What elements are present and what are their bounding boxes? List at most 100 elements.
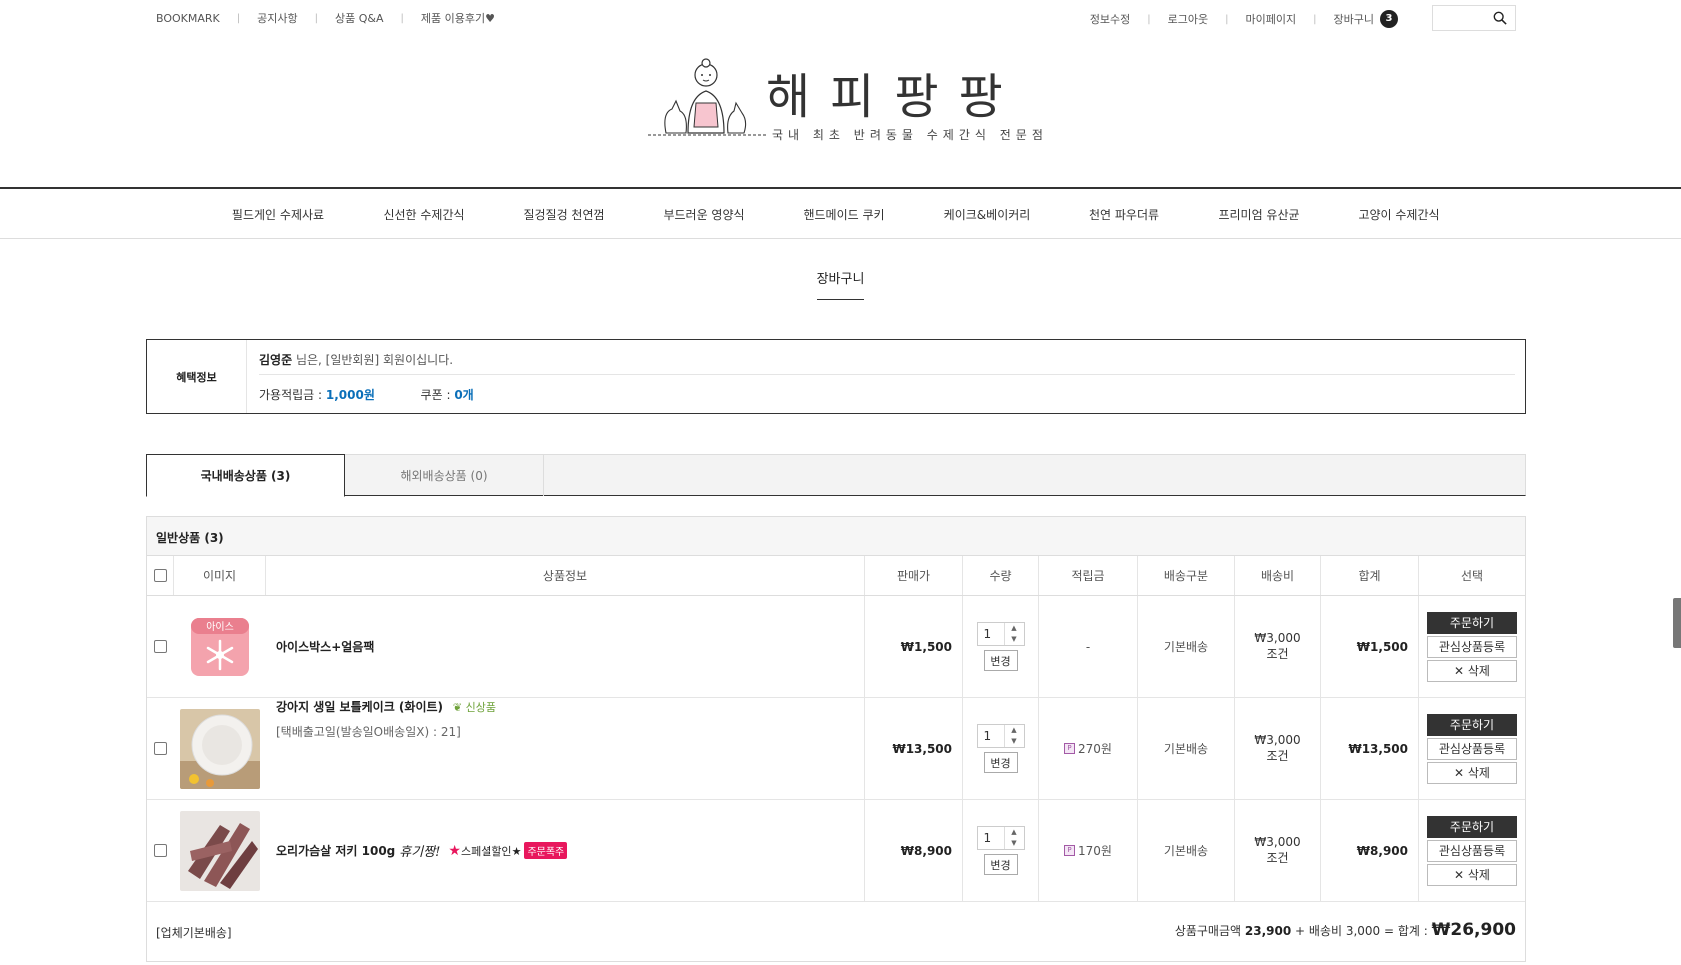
- special-sale-badge: ★스페셜할인★: [448, 842, 522, 859]
- row-checkbox[interactable]: [154, 844, 167, 857]
- new-badge-text: 신상품: [465, 701, 496, 714]
- ship-type-cell: 기본배송: [1138, 698, 1235, 799]
- product-name-link[interactable]: 오리가슴살 저키 100g: [276, 842, 395, 859]
- nav-item[interactable]: 프리미엄 유산균: [1218, 206, 1299, 223]
- points-coupon-line: 가용적립금 : 1,000원 쿠폰 : 0개: [259, 386, 474, 403]
- separator: |: [1147, 13, 1151, 25]
- tab-domestic[interactable]: 국내배송상품 (3): [146, 454, 345, 497]
- header-checkbox-cell: [147, 556, 174, 595]
- nav-item[interactable]: 천연 파우더류: [1089, 206, 1159, 223]
- change-qty-button[interactable]: 변경: [983, 854, 1018, 875]
- logout-link[interactable]: 로그아웃: [1168, 11, 1208, 27]
- points-value[interactable]: 1,000원: [326, 388, 375, 402]
- unit-price: ₩8,900: [900, 843, 952, 858]
- row-checkbox[interactable]: [154, 640, 167, 653]
- delete-button[interactable]: ✕ 삭제: [1427, 659, 1517, 682]
- nav-item[interactable]: 케이크&베이커리: [944, 206, 1031, 223]
- row-checkbox-cell: [147, 698, 174, 799]
- header-ship-fee: 배송비: [1235, 556, 1321, 595]
- wishlist-button[interactable]: 관심상품등록: [1427, 635, 1517, 658]
- thumb-cell: 아이스: [174, 596, 266, 697]
- order-button[interactable]: 주문하기: [1427, 713, 1517, 736]
- change-qty-button[interactable]: 변경: [983, 752, 1018, 773]
- qty-cell: 1 ▲ ▼ 변경: [963, 800, 1039, 901]
- row-total: ₩13,500: [1348, 741, 1408, 756]
- nav-item[interactable]: 필드게인 수제사료: [232, 206, 324, 223]
- points-cell: P 170원: [1039, 800, 1138, 901]
- price-cell: ₩1,500: [865, 596, 963, 697]
- cart-summary: [업체기본배송] 상품구매금액 23,900 + 배송비 3,000 = 합계 …: [147, 903, 1525, 961]
- nav-item[interactable]: 부드러운 영양식: [663, 206, 744, 223]
- page-title: 장바구니: [0, 268, 1681, 300]
- mascot-illustration: [648, 58, 766, 136]
- header-info: 상품정보: [266, 556, 865, 595]
- edit-info-link[interactable]: 정보수정: [1090, 11, 1130, 27]
- search-input[interactable]: [1432, 5, 1516, 31]
- stepper-arrows[interactable]: ▲ ▼: [1003, 623, 1024, 645]
- wishlist-button[interactable]: 관심상품등록: [1427, 839, 1517, 862]
- stepper-arrows[interactable]: ▲ ▼: [1003, 725, 1024, 747]
- change-qty-button[interactable]: 변경: [983, 650, 1018, 671]
- notice-link[interactable]: 공지사항: [257, 10, 297, 26]
- row-checkbox[interactable]: [154, 742, 167, 755]
- ship-type-cell: 기본배송: [1138, 596, 1235, 697]
- qty-cell: 1 ▲ ▼ 변경: [963, 596, 1039, 697]
- select-cell: 주문하기 관심상품등록 ✕ 삭제: [1419, 596, 1525, 697]
- total-cell: ₩13,500: [1321, 698, 1419, 799]
- delete-button[interactable]: ✕ 삭제: [1427, 761, 1517, 784]
- points-cell: P 270원: [1039, 698, 1138, 799]
- qty-cell: 1 ▲ ▼ 변경: [963, 698, 1039, 799]
- select-cell: 주문하기 관심상품등록 ✕ 삭제: [1419, 698, 1525, 799]
- nav-item[interactable]: 신선한 수제간식: [383, 206, 464, 223]
- cake-thumbnail[interactable]: [180, 708, 260, 789]
- product-name-link[interactable]: 아이스박스+얼음팩: [276, 638, 374, 655]
- order-button[interactable]: 주문하기: [1427, 815, 1517, 838]
- jerky-thumbnail[interactable]: [180, 810, 260, 891]
- header-qty: 수량: [963, 556, 1039, 595]
- grand-total: ₩26,900: [1431, 920, 1516, 940]
- review-link[interactable]: 제품 이용후기♥: [421, 10, 495, 26]
- order-button[interactable]: 주문하기: [1427, 611, 1517, 634]
- member-grade-text: 님은, [일반회원] 회원이십니다.: [295, 353, 454, 367]
- best-tag: 휴기짱!: [399, 845, 441, 860]
- select-all-checkbox[interactable]: [153, 569, 167, 582]
- bookmark-link[interactable]: BOOKMARK: [156, 12, 220, 25]
- nav-item[interactable]: 핸드메이드 쿠키: [803, 206, 884, 223]
- points-icon: P: [1064, 845, 1076, 856]
- stepper-arrows[interactable]: ▲ ▼: [1003, 827, 1024, 849]
- delete-button[interactable]: ✕ 삭제: [1427, 863, 1517, 886]
- row-total: ₩8,900: [1356, 843, 1408, 858]
- wishlist-button[interactable]: 관심상품등록: [1427, 737, 1517, 760]
- quantity-value: 1: [983, 627, 992, 641]
- product-name-link[interactable]: 강아지 생일 보틀케이크 (화이트): [276, 700, 443, 714]
- row-checkbox-cell: [147, 800, 174, 901]
- coupon-value[interactable]: 0개: [454, 388, 473, 402]
- side-panel-handle[interactable]: [1673, 598, 1681, 648]
- separator: |: [1225, 13, 1229, 25]
- top-links-right: 정보수정 | 로그아웃 | 마이페이지 | 장바구니 3: [1090, 10, 1398, 28]
- quantity-stepper[interactable]: 1 ▲ ▼: [976, 826, 1025, 850]
- quantity-stepper[interactable]: 1 ▲ ▼: [976, 622, 1025, 646]
- mypage-link[interactable]: 마이페이지: [1246, 11, 1297, 27]
- ice-pack-thumbnail[interactable]: 아이스: [190, 617, 250, 677]
- ship-fee: ₩3,000: [1254, 631, 1301, 645]
- search-icon[interactable]: [1493, 11, 1507, 25]
- tab-overseas[interactable]: 해외배송상품 (0): [345, 454, 544, 496]
- brand-name: 해피팡팡: [766, 69, 1023, 125]
- site-logo[interactable]: 해피팡팡 국내 최초 반려동물 수제간식 전문점: [648, 55, 1043, 145]
- sale-badge-text: 스페셜할인: [460, 844, 512, 858]
- nav-item[interactable]: 고양이 수제간식: [1358, 206, 1439, 223]
- section-title: 일반상품 (3): [147, 517, 1525, 556]
- thumb-cell: [174, 698, 266, 799]
- benefit-label: 혜택정보: [147, 340, 247, 413]
- cart-count-badge: 3: [1380, 10, 1398, 28]
- qna-link[interactable]: 상품 Q&A: [335, 10, 384, 26]
- quantity-stepper[interactable]: 1 ▲ ▼: [976, 724, 1025, 748]
- table-row: 아이스 아이스박스+얼음팩 ₩1,500 1 ▲ ▼ 변경 - 기본배송 ₩3,…: [147, 596, 1525, 698]
- nav-item[interactable]: 질겅질겅 천연껌: [523, 206, 604, 223]
- points-value: 170원: [1078, 844, 1112, 858]
- cart-link[interactable]: 장바구니: [1334, 11, 1374, 27]
- unit-price: ₩1,500: [900, 639, 952, 654]
- member-name: 김영준: [259, 353, 293, 367]
- quantity-value: 1: [983, 729, 992, 743]
